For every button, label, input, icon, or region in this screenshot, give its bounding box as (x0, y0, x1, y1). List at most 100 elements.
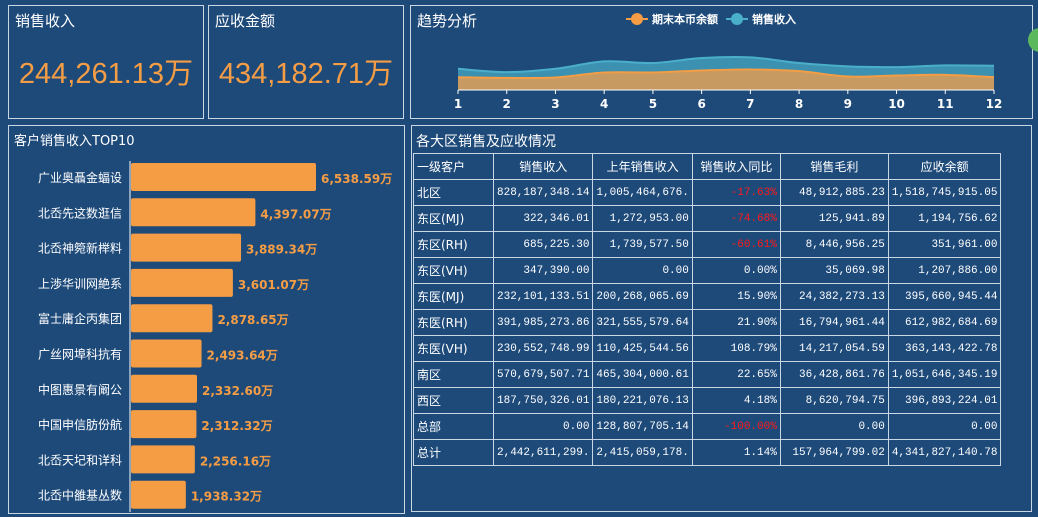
bar[interactable] (131, 410, 197, 439)
region-cell: 东医(RH) (413, 309, 494, 336)
value-cell: 1.14% (691, 439, 781, 466)
region-table: 一级客户 销售收入 上年销售收入 销售收入同比 销售毛利 应收余额 北区 828,187,3… (413, 153, 1002, 466)
value-cell: 1,005,464,676. (592, 179, 693, 206)
region-cell: 东医(MJ) (413, 283, 494, 310)
table-row: 北区 828,187,348.14 1,005,464,676. -17.63% 48,… (413, 179, 1002, 206)
value-cell: 1,739,577.50 (592, 231, 693, 258)
region-cell: 总计 (413, 439, 494, 466)
value-cell: -74.68% (691, 205, 781, 232)
bar[interactable] (131, 268, 233, 297)
table-row: 西区 187,750,326.01 180,221,076.13 4.18% 8,620… (413, 387, 1002, 414)
top10-panel: 客户销售收入TOP10 广业奥聶金蝠设 6,538.59万 北岙先这数逛信 4,397… (8, 125, 405, 514)
value-cell: 35,069.98 (779, 257, 889, 284)
bar[interactable] (131, 233, 242, 262)
region-cell: 总部 (413, 413, 494, 440)
bar[interactable] (131, 480, 186, 509)
value-label: 6,538.59万 (321, 172, 392, 186)
value-cell: 685,225.30 (492, 231, 594, 258)
value-cell: -17.63% (691, 179, 781, 206)
value-cell: 230,552,748.99 (492, 335, 594, 362)
table-row: 东区(RH) 685,225.30 1,739,577.50 -60.61% 8,446… (413, 231, 1002, 258)
value-cell: 396,893,224.01 (887, 387, 1002, 414)
table-row: 南区 570,679,507.71 465,304,000.61 22.65% 36,4… (413, 361, 1002, 388)
column-header[interactable]: 销售毛利 (779, 153, 889, 180)
bar[interactable] (131, 374, 197, 403)
value-cell: 4.18% (691, 387, 781, 414)
value-cell: 1,272,953.00 (592, 205, 693, 232)
region-cell: 东区(MJ) (413, 205, 494, 232)
value-cell: 0.00 (887, 413, 1002, 440)
value-cell: 828,187,348.14 (492, 179, 594, 206)
region-cell: 东区(RH) (413, 231, 494, 258)
x-tick-label: 12 (986, 97, 1003, 111)
value-cell: 321,555,579.64 (592, 309, 693, 336)
category-label: 中图惠景有阚公 (38, 382, 122, 397)
x-tick-label: 10 (888, 97, 905, 111)
value-cell: 4,341,827,140.78 (887, 439, 1002, 466)
value-cell: 15.90% (691, 283, 781, 310)
region-cell: 西区 (413, 387, 494, 414)
value-cell: 16,794,961.44 (779, 309, 889, 336)
category-label: 中国申信肪份航 (38, 417, 122, 432)
value-cell: 0.00 (779, 413, 889, 440)
value-label: 2,312.32万 (201, 419, 272, 433)
value-label: 3,601.07万 (238, 278, 309, 292)
kpi-value: 244,261.13万 (18, 58, 194, 90)
table-row: 东医(RH) 391,985,273.86 321,555,579.64 21.90%… (413, 309, 1002, 336)
value-cell: 351,961.00 (887, 231, 1002, 258)
x-tick-label: 4 (600, 97, 608, 111)
category-label: 广业奥聶金蝠设 (38, 170, 122, 185)
value-cell: 395,660,945.44 (887, 283, 1002, 310)
x-tick-label: 7 (746, 97, 754, 111)
top10-bar-chart: 广业奥聶金蝠设 6,538.59万北岙先这数逛信 4,397.07万北岙神箢新榉料 3… (38, 161, 392, 512)
value-cell: 232,101,133.51 (492, 283, 594, 310)
value-cell: 1,194,756.62 (887, 205, 1002, 232)
column-header[interactable]: 应收余额 (887, 153, 1002, 180)
value-cell: 8,446,956.25 (779, 231, 889, 258)
bar[interactable] (131, 304, 213, 333)
bar[interactable] (131, 163, 316, 191)
value-cell: 465,304,000.61 (592, 361, 693, 388)
category-label: 北岙中雒基丛数 (38, 488, 122, 503)
region-cell: 北区 (413, 179, 494, 206)
value-cell: 21.90% (691, 309, 781, 336)
region-cell: 东医(VH) (413, 335, 494, 362)
value-cell: 2,415,059,178. (592, 439, 693, 466)
value-cell: 8,620,794.75 (779, 387, 889, 414)
value-label: 1,938.32万 (191, 490, 262, 504)
value-cell: -100.00% (691, 413, 781, 440)
value-cell: 48,912,885.23 (779, 179, 889, 206)
x-tick-label: 9 (844, 97, 852, 111)
table-row: 东区(VH) 347,390.00 0.00 0.00% 35,069.98 1,207,… (413, 257, 1002, 284)
value-cell: -60.61% (691, 231, 781, 258)
x-tick-label: 1 (454, 97, 462, 111)
kpi-value: 434,182.71万 (218, 58, 394, 90)
kpi-title: 应收金额 (215, 12, 276, 30)
value-cell: 2,442,611,299. (492, 439, 594, 466)
value-cell: 322,346.01 (492, 205, 594, 232)
column-header[interactable]: 上年销售收入 (592, 153, 693, 180)
table-row: 东医(VH) 230,552,748.99 110,425,544.56 108.79… (413, 335, 1002, 362)
value-cell: 110,425,544.56 (592, 335, 693, 362)
bar[interactable] (131, 198, 256, 227)
value-cell: 187,750,326.01 (492, 387, 594, 414)
table-row: 总部 0.00 128,807,705.14 -100.00% 0.00 0.00 (413, 413, 1002, 440)
column-header[interactable]: 销售收入 (492, 153, 594, 180)
x-tick-label: 2 (503, 97, 511, 111)
value-cell: 128,807,705.14 (592, 413, 693, 440)
x-tick-label: 3 (551, 97, 559, 111)
value-cell: 1,051,646,345.19 (887, 361, 1002, 388)
value-cell: 14,217,054.59 (779, 335, 889, 362)
column-header[interactable]: 销售收入同比 (691, 153, 781, 180)
category-label: 北岙天圮和详科 (38, 452, 122, 467)
bar[interactable] (131, 445, 195, 474)
value-cell: 1,207,886.00 (887, 257, 1002, 284)
bar[interactable] (131, 339, 202, 368)
column-header[interactable]: 一级客户 (413, 153, 494, 180)
value-label: 4,397.07万 (260, 207, 331, 221)
region-cell: 东区(VH) (413, 257, 494, 284)
x-tick-label: 8 (795, 97, 803, 111)
table-row: 总计 2,442,611,299. 2,415,059,178. 1.14% 157,9… (413, 439, 1002, 466)
value-cell: 157,964,799.02 (779, 439, 889, 466)
x-tick-label: 11 (937, 97, 954, 111)
